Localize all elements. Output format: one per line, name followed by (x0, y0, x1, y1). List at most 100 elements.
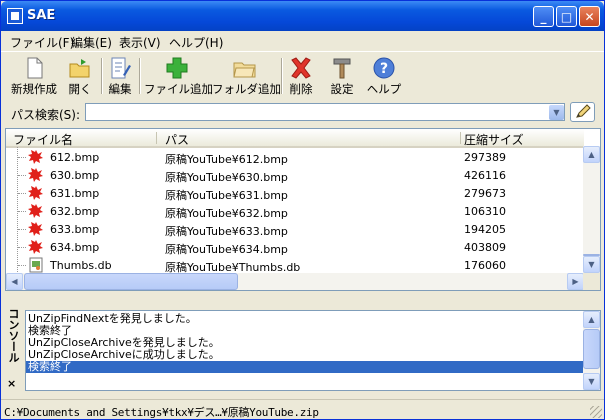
menu-edit[interactable]: 編集(E) (71, 34, 112, 51)
toolbar-separator (139, 58, 141, 94)
scroll-down-button[interactable]: ▼ (583, 256, 600, 273)
edit-label: 編集 (108, 82, 132, 96)
scroll-up-button[interactable]: ▲ (583, 311, 600, 328)
open-label: 開く (68, 82, 92, 96)
help-button[interactable]: ? ヘルプ (365, 54, 403, 98)
search-row: パス検索(S): ▼ (1, 100, 604, 126)
resize-grip[interactable] (590, 406, 602, 418)
cell-path: 原稿YouTube¥633.bmp (165, 225, 288, 238)
tree-branch (18, 265, 26, 266)
delete-icon (288, 55, 314, 81)
tree-branch (18, 157, 26, 158)
cell-name: 633.bmp (50, 223, 100, 236)
tree-branch (18, 247, 26, 248)
settings-button[interactable]: 設定 (327, 54, 357, 98)
column-header-name[interactable]: ファイル名 (13, 131, 73, 148)
cell-name: 630.bmp (50, 169, 100, 182)
app-window: SAE _ □ ✕ ファイル(F) 編集(E) 表示(V) ヘルプ(H) 新規作… (0, 0, 605, 420)
table-row[interactable]: Thumbs.db 原稿YouTube¥Thumbs.db 176060 (6, 256, 584, 274)
cell-name: Thumbs.db (50, 259, 112, 272)
console-label: コンソール (7, 308, 20, 363)
window-title: SAE (27, 8, 56, 23)
cell-size: 403809 (464, 241, 506, 254)
list-vertical-scrollbar[interactable]: ▲ ▼ (583, 146, 600, 273)
add-folder-button[interactable]: フォルダ追加 (212, 54, 281, 98)
table-row[interactable]: 631.bmp 原稿YouTube¥631.bmp 279673 (6, 184, 584, 202)
edit-icon (107, 55, 133, 81)
cell-name: 632.bmp (50, 205, 100, 218)
help-icon: ? (371, 55, 397, 81)
list-header: ファイル名 パス 圧縮サイズ (6, 129, 584, 148)
toolbar-separator (281, 58, 283, 94)
cell-name: 634.bmp (50, 241, 100, 254)
status-bar: C:¥Documents and Settings¥tkx¥デス…¥原稿YouT… (1, 399, 604, 420)
cell-path: 原稿YouTube¥632.bmp (165, 207, 288, 220)
scroll-thumb[interactable] (583, 329, 600, 369)
bmp-icon (28, 167, 44, 183)
console-line: 検索終了 (26, 361, 584, 373)
scroll-left-button[interactable]: ◀ (6, 273, 23, 290)
search-dropdown-button[interactable]: ▼ (549, 105, 564, 120)
cell-path: 原稿YouTube¥630.bmp (165, 171, 288, 184)
column-header-size[interactable]: 圧縮サイズ (464, 131, 524, 148)
add-file-button[interactable]: ファイル追加 (144, 54, 213, 98)
edit-button[interactable]: 編集 (105, 54, 135, 98)
delete-label: 削除 (289, 82, 313, 96)
settings-icon (329, 55, 355, 81)
bmp-icon (28, 185, 44, 201)
scroll-right-button[interactable]: ▶ (567, 273, 584, 290)
path-search-input[interactable] (85, 103, 565, 121)
table-row[interactable]: 634.bmp 原稿YouTube¥634.bmp 403809 (6, 238, 584, 256)
table-row[interactable]: 630.bmp 原稿YouTube¥630.bmp 426116 (6, 166, 584, 184)
cell-name: 612.bmp (50, 151, 100, 164)
close-button[interactable]: ✕ (579, 6, 600, 27)
add-folder-icon (232, 55, 258, 81)
table-row[interactable]: 633.bmp 原稿YouTube¥633.bmp 194205 (6, 220, 584, 238)
tree-branch (18, 211, 26, 212)
cell-size: 176060 (464, 259, 506, 272)
search-edit-button[interactable] (570, 102, 595, 122)
menu-file[interactable]: ファイル(F) (10, 34, 74, 51)
cell-size: 194205 (464, 223, 506, 236)
table-row[interactable]: 612.bmp 原稿YouTube¥612.bmp 297389 (6, 148, 584, 166)
menu-bar: ファイル(F) 編集(E) 表示(V) ヘルプ(H) (1, 31, 604, 51)
settings-label: 設定 (330, 82, 354, 96)
tree-branch (18, 193, 26, 194)
bmp-icon (28, 239, 44, 255)
cell-path: 原稿YouTube¥612.bmp (165, 153, 288, 166)
list-horizontal-scrollbar[interactable]: ◀ ▶ (6, 273, 584, 290)
console-close-button[interactable]: × (7, 377, 16, 390)
help-label: ヘルプ (366, 82, 402, 96)
column-header-path[interactable]: パス (165, 131, 189, 148)
menu-help[interactable]: ヘルプ(H) (169, 34, 223, 51)
tree-branch (18, 229, 26, 230)
table-row[interactable]: 632.bmp 原稿YouTube¥632.bmp 106310 (6, 202, 584, 220)
minimize-button[interactable]: _ (533, 6, 554, 27)
bmp-icon (28, 221, 44, 237)
menu-view[interactable]: 表示(V) (119, 34, 161, 51)
scroll-thumb[interactable] (24, 273, 238, 290)
new-button[interactable]: 新規作成 (7, 54, 61, 98)
search-label: パス検索(S): (11, 108, 81, 122)
svg-text:?: ? (380, 61, 388, 77)
scroll-down-button[interactable]: ▼ (583, 373, 600, 390)
new-label: 新規作成 (11, 82, 57, 96)
app-icon[interactable] (7, 8, 23, 24)
console-vertical-scrollbar[interactable]: ▲ ▼ (583, 311, 600, 390)
console-log[interactable]: UnZipFindNextを発見しました。 検索終了 UnZipCloseArchi… (25, 310, 601, 391)
delete-button[interactable]: 削除 (285, 54, 317, 98)
toolbar: 新規作成 開く 編集 ファイル追加 フォルダ追加 削除 設定 ? ヘルプ (1, 51, 604, 100)
maximize-button[interactable]: □ (556, 6, 577, 27)
cell-size: 297389 (464, 151, 506, 164)
cell-size: 279673 (464, 187, 506, 200)
title-bar[interactable]: SAE _ □ ✕ (1, 1, 604, 31)
bmp-icon (28, 203, 44, 219)
new-file-icon (21, 55, 47, 81)
scroll-up-button[interactable]: ▲ (583, 146, 600, 163)
bmp-icon (28, 149, 44, 165)
open-button[interactable]: 開く (63, 54, 97, 98)
tree-branch (18, 175, 26, 176)
db-icon (28, 257, 44, 273)
file-list[interactable]: ファイル名 パス 圧縮サイズ 612.bmp 原稿YouTube¥612.bmp 2… (5, 128, 601, 291)
open-folder-icon (67, 55, 93, 81)
